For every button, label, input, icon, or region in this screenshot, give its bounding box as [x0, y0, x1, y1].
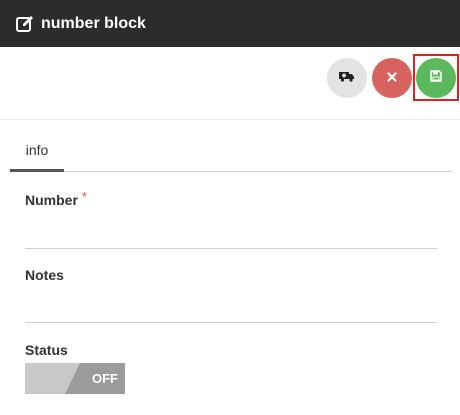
- tab-bar: info: [10, 130, 452, 172]
- notes-label: Notes: [25, 267, 64, 283]
- cancel-button[interactable]: [372, 58, 412, 98]
- status-toggle-off: OFF: [65, 363, 125, 394]
- save-icon: [430, 69, 442, 87]
- number-label-text: Number: [25, 192, 78, 208]
- page-title: number block: [41, 14, 146, 32]
- status-label: Status: [25, 342, 68, 358]
- number-input[interactable]: [25, 221, 437, 249]
- edit-icon: [15, 14, 35, 34]
- notes-input[interactable]: [25, 295, 437, 323]
- required-mark: *: [81, 189, 87, 204]
- number-label: Number *: [25, 189, 87, 208]
- header-bar: number block: [0, 0, 460, 47]
- status-toggle[interactable]: OFF: [25, 363, 125, 394]
- save-button[interactable]: [416, 58, 456, 98]
- close-icon: [387, 69, 397, 87]
- ambulance-icon: [339, 69, 355, 87]
- transfer-button[interactable]: [327, 58, 367, 98]
- tab-info[interactable]: info: [10, 130, 64, 172]
